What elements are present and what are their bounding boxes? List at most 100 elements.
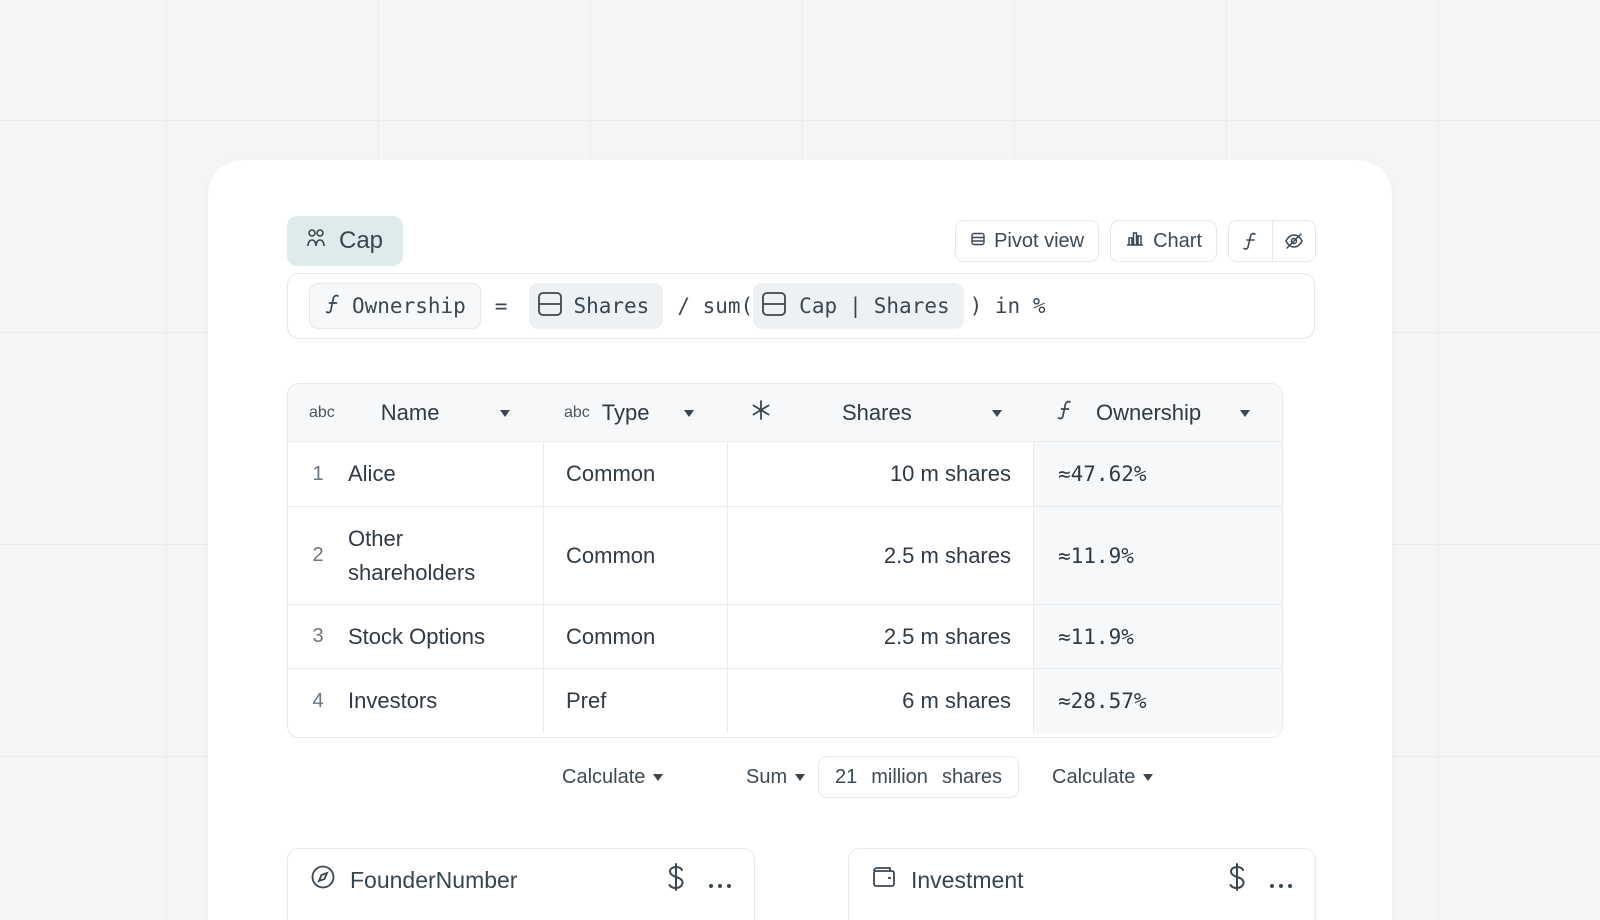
formula-icon xyxy=(1056,399,1074,427)
ownership-cell[interactable]: ≈28.57% xyxy=(1034,669,1282,733)
type-cell[interactable]: Common xyxy=(544,605,728,668)
ownership-cell[interactable]: ≈47.62% xyxy=(1034,442,1282,506)
table-header-row: abc Name abc Type Shares Ownership xyxy=(288,384,1282,442)
total-suffix: shares xyxy=(941,765,1002,788)
formula-operator: / sum( xyxy=(677,294,754,318)
type-cell[interactable]: Common xyxy=(544,442,728,506)
formula-ref-label: Shares xyxy=(573,294,650,318)
bar-chart-icon xyxy=(1125,229,1145,253)
formula-ref-table: Cap xyxy=(799,294,838,318)
chart-button[interactable]: Chart xyxy=(1110,220,1217,262)
data-table: abc Name abc Type Shares Ownership 1 Ali… xyxy=(287,383,1283,738)
shares-cell[interactable]: 2.5 m shares xyxy=(728,507,1034,604)
formula-target-chip[interactable]: Ownership xyxy=(309,283,481,329)
type-value: Common xyxy=(566,461,656,486)
table-row[interactable]: 3 Stock Options Common 2.5 m shares ≈11.… xyxy=(288,605,1282,669)
investment-widget[interactable]: Investment xyxy=(848,848,1316,920)
chevron-down-icon xyxy=(1143,773,1154,781)
total-number: 21 xyxy=(835,765,858,788)
formula-bar[interactable]: Ownership = Shares / sum( Cap | Shares )… xyxy=(287,273,1315,339)
more-icon[interactable] xyxy=(708,865,732,896)
type-value: Common xyxy=(566,542,656,568)
dollar-icon[interactable] xyxy=(666,862,686,899)
ownership-cell[interactable]: ≈11.9% xyxy=(1034,507,1282,604)
table-row[interactable]: 2 Other shareholders Common 2.5 m shares… xyxy=(288,507,1282,605)
widget-label: Investment xyxy=(911,866,1024,893)
total-unit: million xyxy=(871,765,928,788)
formula-ref-shares[interactable]: Shares xyxy=(529,283,664,329)
pivot-view-button[interactable]: Pivot view xyxy=(955,220,1100,262)
shares-total-box: 21 million shares xyxy=(818,756,1019,798)
column-label: Type xyxy=(601,399,650,425)
field-icon xyxy=(761,291,787,322)
name-cell[interactable]: 4 Investors xyxy=(288,669,544,733)
table-row[interactable]: 1 Alice Common 10 m shares ≈47.62% xyxy=(288,442,1282,507)
name-value: Other shareholders xyxy=(348,525,476,585)
shares-value: 6 m shares xyxy=(902,688,1011,713)
column-label: Ownership xyxy=(1096,399,1202,425)
formula-close: ) in % xyxy=(969,294,1046,318)
pivot-view-label: Pivot view xyxy=(994,229,1085,252)
summary-row: Calculate Sum 21 million shares Calculat… xyxy=(0,756,1600,798)
column-header-type[interactable]: abc Type xyxy=(544,384,728,441)
type-calculate-dropdown[interactable]: Calculate xyxy=(562,756,664,798)
chevron-down-icon[interactable] xyxy=(1240,410,1250,417)
type-cell[interactable]: Pref xyxy=(544,669,728,733)
table-title-chip[interactable]: Cap xyxy=(287,216,403,266)
column-label: Shares xyxy=(842,399,912,425)
ownership-cell[interactable]: ≈11.9% xyxy=(1034,605,1282,668)
field-icon xyxy=(537,291,563,322)
formula-equals: = xyxy=(494,294,508,318)
ownership-value: ≈11.9% xyxy=(1058,624,1134,649)
type-cell[interactable]: Common xyxy=(544,507,728,604)
chevron-down-icon[interactable] xyxy=(992,410,1002,417)
ownership-calculate-dropdown[interactable]: Calculate xyxy=(1052,756,1154,798)
shares-cell[interactable]: 2.5 m shares xyxy=(728,605,1034,668)
name-cell[interactable]: 2 Other shareholders xyxy=(288,507,544,604)
row-number: 3 xyxy=(312,625,324,647)
wallet-icon xyxy=(871,864,897,896)
name-cell[interactable]: 3 Stock Options xyxy=(288,605,544,668)
widget-label: FounderNumber xyxy=(350,866,518,893)
name-value: Stock Options xyxy=(348,623,485,649)
more-icon[interactable] xyxy=(1269,865,1293,896)
sum-label: Sum xyxy=(746,765,788,788)
type-value: Common xyxy=(566,623,656,649)
shares-value: 10 m shares xyxy=(889,461,1011,486)
ownership-value: ≈47.62% xyxy=(1058,462,1147,486)
shares-cell[interactable]: 10 m shares xyxy=(728,442,1034,506)
ownership-value: ≈11.9% xyxy=(1058,543,1134,568)
asterisk-icon xyxy=(750,399,772,427)
compass-icon xyxy=(310,864,336,896)
column-header-ownership[interactable]: Ownership xyxy=(1034,384,1282,441)
shares-aggregate-dropdown[interactable]: Sum xyxy=(746,756,806,798)
table-row[interactable]: 4 Investors Pref 6 m shares ≈28.57% xyxy=(288,669,1282,733)
formula-ref-cap-shares[interactable]: Cap | Shares xyxy=(753,283,964,329)
toolbar: Pivot view Chart xyxy=(955,220,1316,262)
name-cell[interactable]: 1 Alice xyxy=(288,442,544,506)
eye-off-icon[interactable] xyxy=(1272,221,1315,261)
chart-label: Chart xyxy=(1153,229,1202,252)
ownership-value: ≈28.57% xyxy=(1058,689,1147,713)
formula-icon[interactable] xyxy=(1229,221,1272,261)
text-type-icon: abc xyxy=(564,403,590,421)
formula-ref-separator: | xyxy=(849,294,862,318)
column-label: Name xyxy=(380,399,440,425)
name-value: Alice xyxy=(348,461,396,486)
chevron-down-icon[interactable] xyxy=(500,410,510,417)
chevron-down-icon[interactable] xyxy=(684,410,694,417)
type-value: Pref xyxy=(566,688,607,713)
founder-number-widget[interactable]: FounderNumber xyxy=(287,848,755,920)
shares-value: 2.5 m shares xyxy=(883,542,1011,568)
row-number: 2 xyxy=(312,544,324,566)
chevron-down-icon xyxy=(653,773,664,781)
calculate-label: Calculate xyxy=(562,765,646,788)
column-header-name[interactable]: abc Name xyxy=(288,384,544,441)
column-header-shares[interactable]: Shares xyxy=(728,384,1034,441)
name-value: Investors xyxy=(348,688,438,713)
formula-icon xyxy=(324,293,342,320)
dollar-icon[interactable] xyxy=(1227,862,1247,899)
shares-cell[interactable]: 6 m shares xyxy=(728,669,1034,733)
text-type-icon: abc xyxy=(309,403,335,421)
formula-target-label: Ownership xyxy=(352,294,466,318)
